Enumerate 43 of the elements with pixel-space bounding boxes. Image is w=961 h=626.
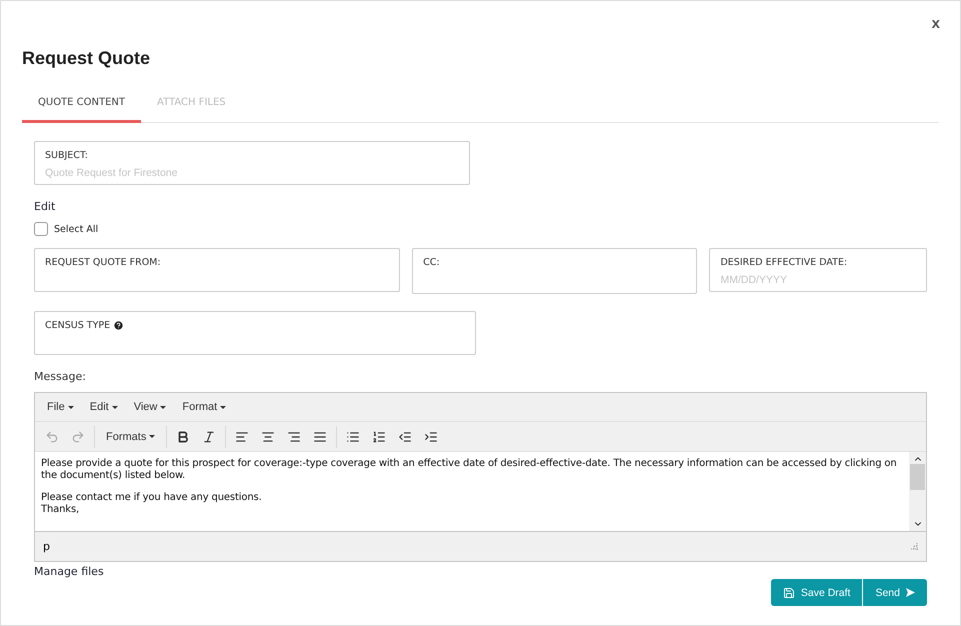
message-paragraph: Please provide a quote for this prospect for coverage:-type coverage with an effective date of desired-effective-date. The necessary information can be accessed by clicking on the document(s) listed below. — [41, 458, 898, 481]
redo-icon — [71, 430, 85, 444]
resize-handle-icon[interactable] — [911, 543, 918, 550]
send-arrow-icon — [906, 588, 915, 597]
tab[interactable]: QUOTE CONTENT — [22, 87, 142, 123]
manage-files-link[interactable]: Manage files — [34, 565, 104, 578]
indent-icon — [424, 430, 438, 444]
census-type-field[interactable]: CENSUS TYPE — [34, 311, 476, 355]
checkbox-label: Select All — [54, 224, 98, 234]
subject-field[interactable]: SUBJECT: Quote Request for Firestone — [34, 141, 470, 185]
numbered-list-icon — [372, 430, 386, 444]
justify-icon — [313, 430, 328, 444]
message-label: Message: — [34, 370, 86, 383]
align-center-icon — [261, 430, 276, 444]
menu-item[interactable]: View — [126, 397, 174, 417]
field-label: CC: — [423, 257, 441, 268]
scrollbar[interactable] — [909, 452, 926, 531]
bullet-list-icon — [346, 430, 360, 444]
field-label: DESIRED EFFECTIVE DATE: — [720, 257, 848, 268]
field-label: REQUEST QUOTE FROM: — [45, 257, 162, 268]
input-field[interactable]: DESIRED EFFECTIVE DATE: MM/DD/YYYY — [709, 248, 927, 292]
save-draft-button[interactable]: Save Draft — [770, 579, 862, 606]
dialog-title: Request Quote — [22, 47, 150, 69]
align-right-icon — [287, 430, 302, 444]
checkbox[interactable] — [34, 222, 48, 236]
edit-link[interactable]: Edit — [34, 200, 56, 213]
close-button[interactable]: x — [930, 13, 942, 34]
align-left-icon — [235, 430, 250, 444]
message-paragraph: Please contact me if you have any questions. Thanks, — [41, 492, 263, 515]
bold-icon — [176, 430, 190, 444]
field-label: CENSUS TYPE — [45, 320, 465, 331]
undo-icon — [45, 430, 59, 444]
menu-item[interactable]: Edit — [82, 397, 126, 417]
send-button[interactable]: Send — [862, 579, 927, 606]
element-path: p — [43, 540, 50, 553]
italic-icon — [202, 430, 216, 444]
field-label: SUBJECT: — [45, 150, 89, 161]
input-field[interactable]: REQUEST QUOTE FROM: — [34, 248, 400, 292]
outdent-icon — [398, 430, 412, 444]
formats-dropdown[interactable]: Formats — [98, 426, 164, 446]
menu-item[interactable]: Format — [174, 397, 234, 417]
menu-item[interactable]: File — [39, 397, 82, 417]
input-field[interactable]: CC: — [412, 248, 698, 294]
